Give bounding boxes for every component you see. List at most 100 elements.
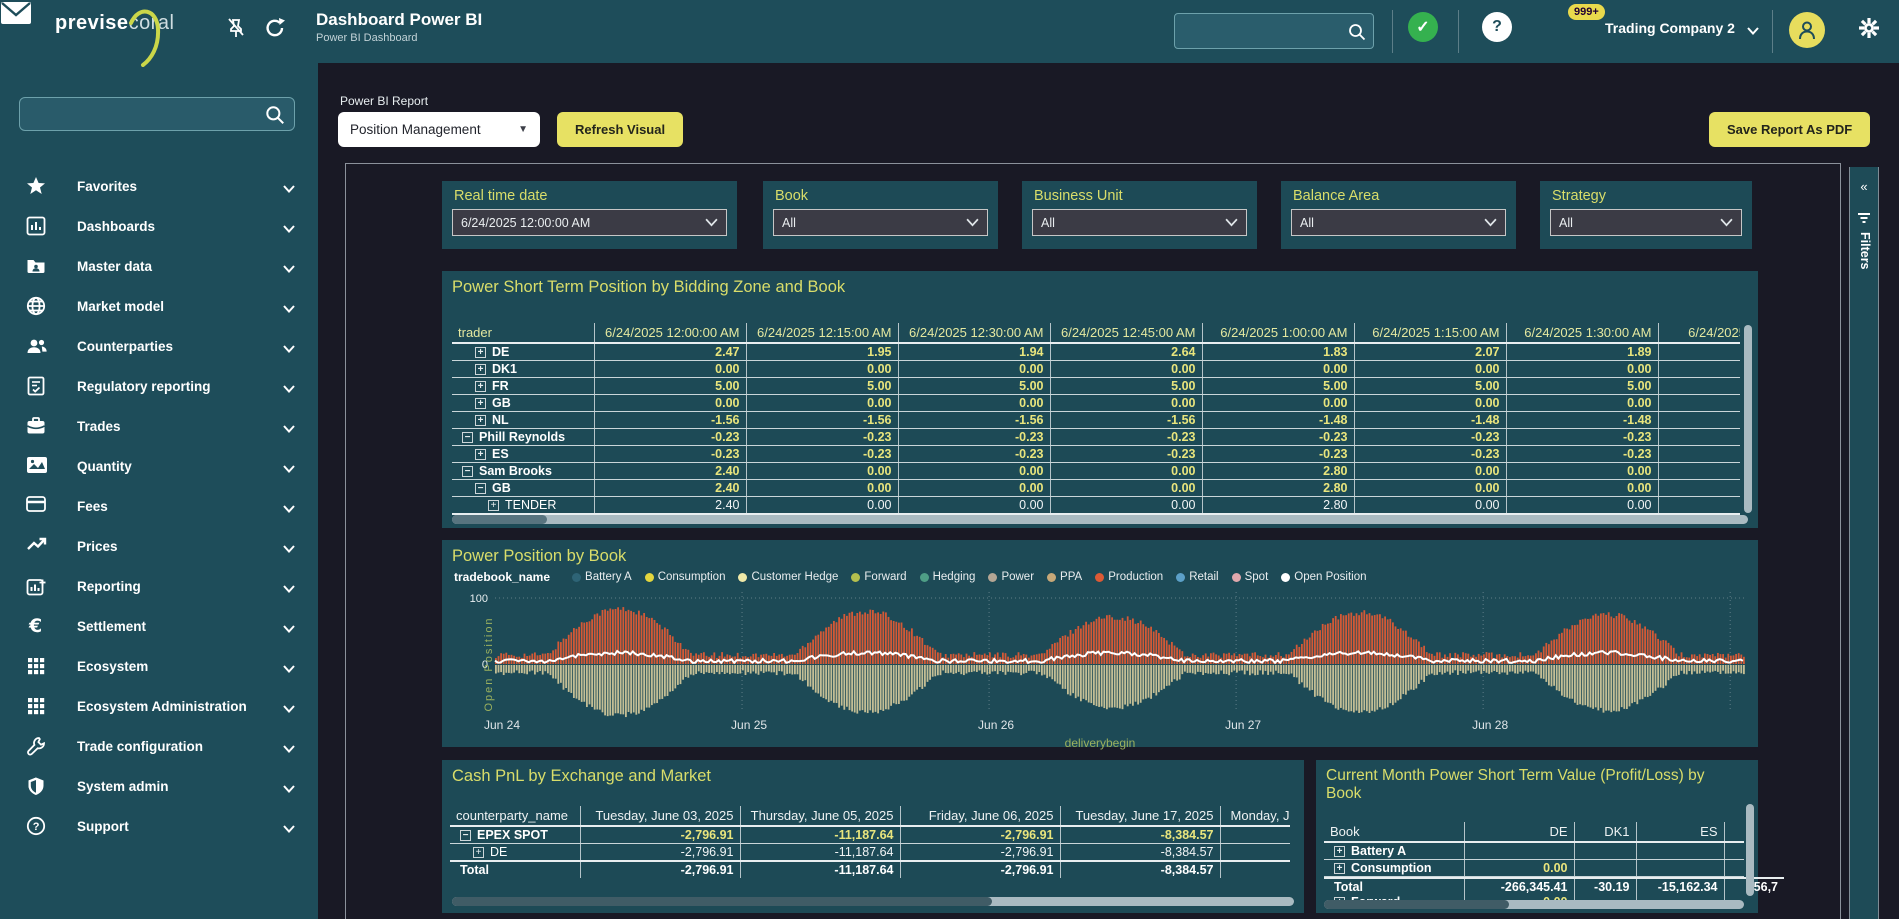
sidebar-item-dashboards[interactable]: Dashboards: [0, 206, 318, 246]
cash-pnl-panel: Cash PnL by Exchange and Market counterp…: [442, 760, 1304, 913]
sidebar-item-ecosystem-administration[interactable]: Ecosystem Administration: [0, 686, 318, 726]
sidebar-item-settlement[interactable]: €Settlement: [0, 606, 318, 646]
sidebar-search[interactable]: [19, 97, 295, 131]
sidebar-item-regulatory-reporting[interactable]: Regulatory reporting: [0, 366, 318, 406]
save-report-pdf-button[interactable]: Save Report As PDF: [1709, 112, 1870, 147]
column-header[interactable]: Friday, June 06, 2025: [900, 806, 1060, 826]
collapse-icon[interactable]: −: [462, 432, 473, 443]
column-header[interactable]: Monday, Jun: [1220, 806, 1290, 826]
slicer-dropdown-strategy[interactable]: All: [1550, 209, 1742, 236]
position-table-vscrollbar[interactable]: [1744, 325, 1752, 513]
check-circle-icon[interactable]: ✓: [1408, 12, 1438, 42]
avatar-icon[interactable]: [1789, 12, 1825, 48]
company-selector[interactable]: Trading Company 2: [1605, 20, 1759, 36]
row-label: −GB: [458, 481, 588, 495]
gear-icon[interactable]: [1856, 15, 1882, 41]
expand-icon[interactable]: +: [475, 364, 486, 375]
collapse-icon[interactable]: −: [475, 483, 486, 494]
legend-label: Battery A: [585, 571, 632, 583]
sidebar-item-ecosystem[interactable]: Ecosystem: [0, 646, 318, 686]
sidebar-item-trade-configuration[interactable]: Trade configuration: [0, 726, 318, 766]
collapse-icon[interactable]: −: [460, 830, 471, 841]
current-month-vscrollbar[interactable]: [1746, 804, 1754, 896]
sidebar-item-market-model[interactable]: Market model: [0, 286, 318, 326]
sidebar-item-system-admin[interactable]: System admin: [0, 766, 318, 806]
column-header[interactable]: DK1: [1574, 822, 1636, 842]
sidebar-item-master-data[interactable]: Master data: [0, 246, 318, 286]
report-dropdown[interactable]: Position Management ▼: [338, 112, 540, 147]
filters-pane-collapsed[interactable]: « Filters: [1849, 167, 1879, 919]
column-header[interactable]: 6/24/2025 1:15:00 AM: [1354, 323, 1506, 343]
column-header[interactable]: trader: [452, 323, 594, 343]
search-icon[interactable]: [264, 104, 286, 126]
value-cell: [1724, 860, 1744, 877]
sidebar-item-trades[interactable]: Trades: [0, 406, 318, 446]
column-header[interactable]: 6/24/2025 12:45:00 AM: [1050, 323, 1202, 343]
expand-icon[interactable]: +: [475, 381, 486, 392]
legend-item-battery-a[interactable]: Battery A: [572, 571, 632, 583]
position-table-hscrollbar[interactable]: [452, 515, 1748, 524]
column-header[interactable]: 6/24/2025 12:15:00 AM: [746, 323, 898, 343]
legend-item-forward[interactable]: Forward: [851, 571, 906, 583]
legend-item-spot[interactable]: Spot: [1232, 571, 1269, 583]
sidebar-item-quantity[interactable]: Quantity: [0, 446, 318, 486]
sidebar-item-counterparties[interactable]: Counterparties: [0, 326, 318, 366]
header-search[interactable]: [1174, 13, 1374, 49]
current-month-hscrollbar[interactable]: [1324, 900, 1744, 909]
column-header[interactable]: DE: [1464, 822, 1574, 842]
legend-item-ppa[interactable]: PPA: [1047, 571, 1082, 583]
legend-item-retail[interactable]: Retail: [1176, 571, 1218, 583]
column-header[interactable]: counterparty_name: [450, 806, 580, 826]
expand-icon[interactable]: +: [1334, 846, 1345, 857]
column-header[interactable]: 6/24/2025 1:00:00 AM: [1202, 323, 1354, 343]
legend-dot: [1095, 573, 1104, 582]
expand-icon[interactable]: +: [475, 347, 486, 358]
column-header[interactable]: Tuesday, June 03, 2025: [580, 806, 740, 826]
help-circle-icon[interactable]: ?: [1482, 12, 1512, 42]
column-header[interactable]: ES: [1636, 822, 1724, 842]
column-header[interactable]: FR: [1724, 822, 1744, 842]
legend-item-customer-hedge[interactable]: Customer Hedge: [738, 571, 838, 583]
column-header[interactable]: 6/24/2025 12:30:00 AM: [898, 323, 1050, 343]
slicer-dropdown-book[interactable]: All: [773, 209, 988, 236]
legend-label: Power: [1001, 571, 1034, 583]
value-cell: 0.00: [1354, 463, 1506, 480]
legend-item-power[interactable]: Power: [988, 571, 1034, 583]
slicer-dropdown-balance-area[interactable]: All: [1291, 209, 1506, 236]
collapse-icon[interactable]: −: [462, 466, 473, 477]
collapse-pane-icon[interactable]: «: [1850, 179, 1878, 194]
legend-item-consumption[interactable]: Consumption: [645, 571, 726, 583]
search-icon[interactable]: [1347, 22, 1367, 42]
sidebar-item-prices[interactable]: Prices: [0, 526, 318, 566]
slicer-dropdown-business-unit[interactable]: All: [1032, 209, 1247, 236]
sidebar-item-reporting[interactable]: Reporting: [0, 566, 318, 606]
expand-icon[interactable]: +: [475, 398, 486, 409]
expand-icon[interactable]: +: [475, 415, 486, 426]
sidebar-item-label: Trade configuration: [77, 739, 203, 754]
column-header[interactable]: Tuesday, June 17, 2025: [1060, 806, 1220, 826]
expand-icon[interactable]: +: [475, 449, 486, 460]
sidebar-search-input[interactable]: [20, 98, 258, 130]
chevron-down-icon: [283, 660, 295, 678]
refresh-visual-button[interactable]: Refresh Visual: [557, 112, 683, 147]
power-position-chart[interactable]: 1000Jun 24Jun 25Jun 26Jun 27Jun 28Open P…: [450, 586, 1750, 736]
sidebar-item-favorites[interactable]: Favorites: [0, 166, 318, 206]
expand-icon[interactable]: +: [1334, 863, 1345, 874]
sidebar-item-support[interactable]: ?Support: [0, 806, 318, 846]
column-header[interactable]: 6/24/2025 12:00:00 AM: [594, 323, 746, 343]
header-search-input[interactable]: [1175, 14, 1343, 48]
refresh-icon[interactable]: [263, 16, 289, 42]
expand-icon[interactable]: +: [488, 500, 499, 511]
cash-pnl-hscrollbar[interactable]: [452, 897, 1294, 906]
column-header[interactable]: 6/24/2025 1:30:00 AM: [1506, 323, 1658, 343]
column-header[interactable]: Book: [1324, 822, 1464, 842]
legend-item-production[interactable]: Production: [1095, 571, 1163, 583]
sidebar-item-fees[interactable]: Fees: [0, 486, 318, 526]
column-header[interactable]: Thursday, June 05, 2025: [740, 806, 900, 826]
slicer-dropdown-real-time-date[interactable]: 6/24/2025 12:00:00 AM: [452, 209, 727, 236]
expand-icon[interactable]: +: [473, 847, 484, 858]
pin-off-icon[interactable]: [224, 16, 250, 42]
legend-item-hedging[interactable]: Hedging: [920, 571, 976, 583]
column-header[interactable]: 6/24/2025: [1658, 323, 1740, 343]
legend-item-open-position[interactable]: Open Position: [1281, 571, 1366, 583]
